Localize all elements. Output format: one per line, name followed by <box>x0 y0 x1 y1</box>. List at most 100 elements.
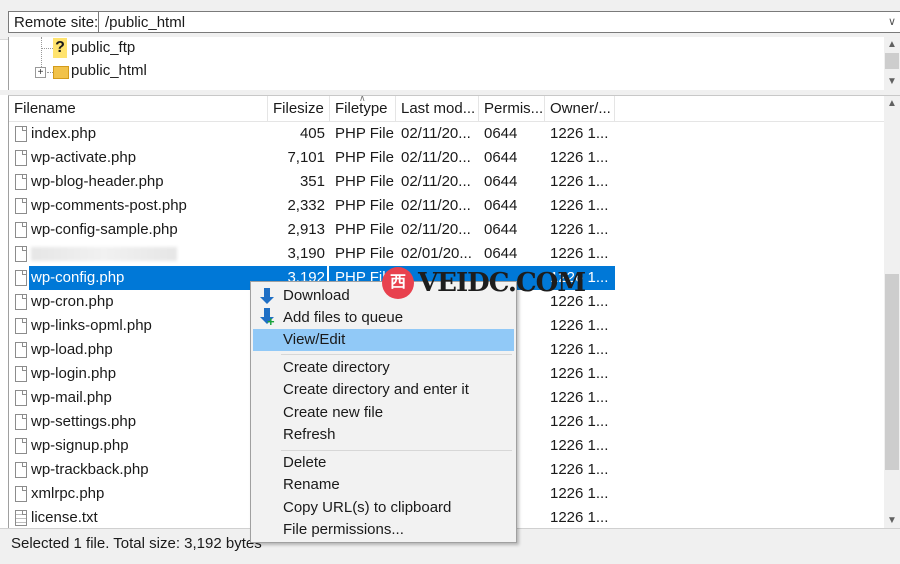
watermark-badge: 西 <box>382 267 414 299</box>
file-name: wp-trackback.php <box>31 461 149 478</box>
menu-item-copy-url[interactable]: Copy URL(s) to clipboard <box>253 497 514 519</box>
file-size: 405 <box>299 125 325 142</box>
file-permissions: 0644 <box>484 125 518 142</box>
file-modified: 02/11/20... <box>401 125 471 142</box>
file-name: index.php <box>31 125 97 142</box>
watermark-text: VEIDC.COM <box>418 268 586 298</box>
file-name: wp-load.php <box>31 341 113 358</box>
menu-item-delete[interactable]: Delete <box>253 452 514 474</box>
file-type: PHP File <box>335 173 394 190</box>
file-name: wp-activate.php <box>31 149 137 166</box>
file-row[interactable]: wp-blog-header.php 351 PHP File 02/11/20...… <box>9 170 885 194</box>
scroll-up-icon[interactable]: ▲ <box>884 96 900 112</box>
file-owner: 1226 1... <box>550 149 609 166</box>
file-type: PHP File <box>335 197 394 214</box>
menu-item-file-permissions[interactable]: File permissions... <box>253 519 514 541</box>
file-row[interactable]: wp-config-sample.php 2,913 PHP File 02/11/2… <box>9 218 885 242</box>
file-size: 3,190 <box>287 245 325 262</box>
column-header-last-modified[interactable]: Last mod... <box>396 96 479 122</box>
status-text: Selected 1 file. Total size: 3,192 bytes <box>11 535 262 552</box>
file-icon <box>15 222 27 238</box>
menu-item-create-directory-enter[interactable]: Create directory and enter it <box>253 379 514 401</box>
redacted-filename <box>31 247 177 261</box>
menu-item-create-directory[interactable]: Create directory <box>253 357 514 379</box>
unknown-folder-icon: ? <box>53 38 67 58</box>
file-owner: 1226 1... <box>550 173 609 190</box>
column-header-permissions[interactable]: Permis... <box>479 96 545 122</box>
scroll-up-icon[interactable]: ▲ <box>884 37 900 53</box>
menu-item-add-to-queue[interactable]: + Add files to queue <box>253 307 514 329</box>
file-owner: 1226 1... <box>550 221 609 238</box>
file-name: wp-comments-post.php <box>31 197 187 214</box>
file-owner: 1226 1... <box>550 341 609 358</box>
tree-item-label: public_html <box>71 62 147 79</box>
file-owner: 1226 1... <box>550 125 609 142</box>
file-owner: 1226 1... <box>550 197 609 214</box>
file-size: 7,101 <box>287 149 325 166</box>
file-name: wp-mail.php <box>31 389 112 406</box>
file-type: PHP File <box>335 221 394 238</box>
column-header-filename[interactable]: Filename <box>9 96 268 122</box>
file-icon <box>15 342 27 358</box>
file-name: wp-config.php <box>29 266 269 290</box>
remote-site-bar: Remote site: /public_html ∨ <box>0 0 900 40</box>
menu-item-label: Rename <box>283 476 340 493</box>
file-permissions: 0644 <box>484 149 518 166</box>
file-icon <box>15 150 27 166</box>
menu-item-view-edit[interactable]: View/Edit <box>253 329 514 351</box>
file-name: wp-login.php <box>31 365 117 382</box>
file-icon <box>15 366 27 382</box>
file-permissions: 0644 <box>484 173 518 190</box>
tree-item-label: public_ftp <box>71 39 136 56</box>
menu-item-label: Create new file <box>283 404 384 421</box>
file-type: PHP File <box>335 149 394 166</box>
menu-separator <box>281 354 512 355</box>
scroll-thumb[interactable] <box>885 53 899 69</box>
tree-scrollbar[interactable]: ▲ ▼ <box>884 37 900 90</box>
menu-item-label: View/Edit <box>283 331 346 348</box>
file-name: xmlrpc.php <box>31 485 105 502</box>
scroll-down-icon[interactable]: ▼ <box>884 513 900 528</box>
file-icon <box>15 318 27 334</box>
menu-item-refresh[interactable]: Refresh <box>253 424 514 446</box>
file-icon <box>15 174 27 190</box>
file-icon <box>15 294 27 310</box>
remote-site-path-input[interactable]: /public_html <box>98 11 900 33</box>
column-header-filesize[interactable]: Filesize <box>268 96 330 122</box>
file-owner: 1226 1... <box>550 365 609 382</box>
file-list-header: Filename Filesize Filetype Last mod... P… <box>9 96 885 122</box>
file-icon <box>15 438 27 454</box>
menu-item-label: Delete <box>283 454 327 471</box>
tree-item-public-html[interactable]: public_html <box>9 60 209 82</box>
file-modified: 02/11/20... <box>401 197 471 214</box>
file-owner: 1226 1... <box>550 461 609 478</box>
file-list-scrollbar[interactable]: ▲ ▼ <box>884 96 900 528</box>
file-row[interactable]: wp-comments-post.php 2,332 PHP File 02/11/2… <box>9 194 885 218</box>
menu-item-rename[interactable]: Rename <box>253 474 514 496</box>
file-row[interactable]: wp-activate.php 7,101 PHP File 02/11/20... 0… <box>9 146 885 170</box>
file-row[interactable]: index.php 405 PHP File 02/11/20... 0644 1226 … <box>9 122 885 146</box>
file-name: wp-signup.php <box>31 437 129 454</box>
file-type: PHP File <box>335 245 394 262</box>
file-row[interactable]: 3,190 PHP File 02/01/20... 0644 1226 1... <box>9 242 885 266</box>
menu-item-label: Download <box>283 287 350 304</box>
tree-item-public-ftp[interactable]: ? public_ftp <box>9 37 209 59</box>
text-file-icon <box>15 510 27 526</box>
file-icon <box>15 414 27 430</box>
add-queue-icon: + <box>259 308 275 328</box>
scroll-down-icon[interactable]: ▼ <box>884 74 900 90</box>
menu-item-create-new-file[interactable]: Create new file <box>253 402 514 424</box>
file-name: license.txt <box>31 509 98 526</box>
file-icon <box>15 486 27 502</box>
file-name: wp-links-opml.php <box>31 317 152 334</box>
file-name: wp-cron.php <box>31 293 114 310</box>
file-icon <box>15 198 27 214</box>
chevron-down-icon[interactable]: ∨ <box>888 13 896 31</box>
file-modified: 02/11/20... <box>401 221 471 238</box>
column-header-owner[interactable]: Owner/... <box>545 96 615 122</box>
file-size: 2,913 <box>287 221 325 238</box>
file-icon <box>15 270 27 286</box>
file-modified: 02/01/20... <box>401 245 472 262</box>
scroll-thumb[interactable] <box>885 274 899 470</box>
menu-item-label: Create directory and enter it <box>283 381 469 398</box>
